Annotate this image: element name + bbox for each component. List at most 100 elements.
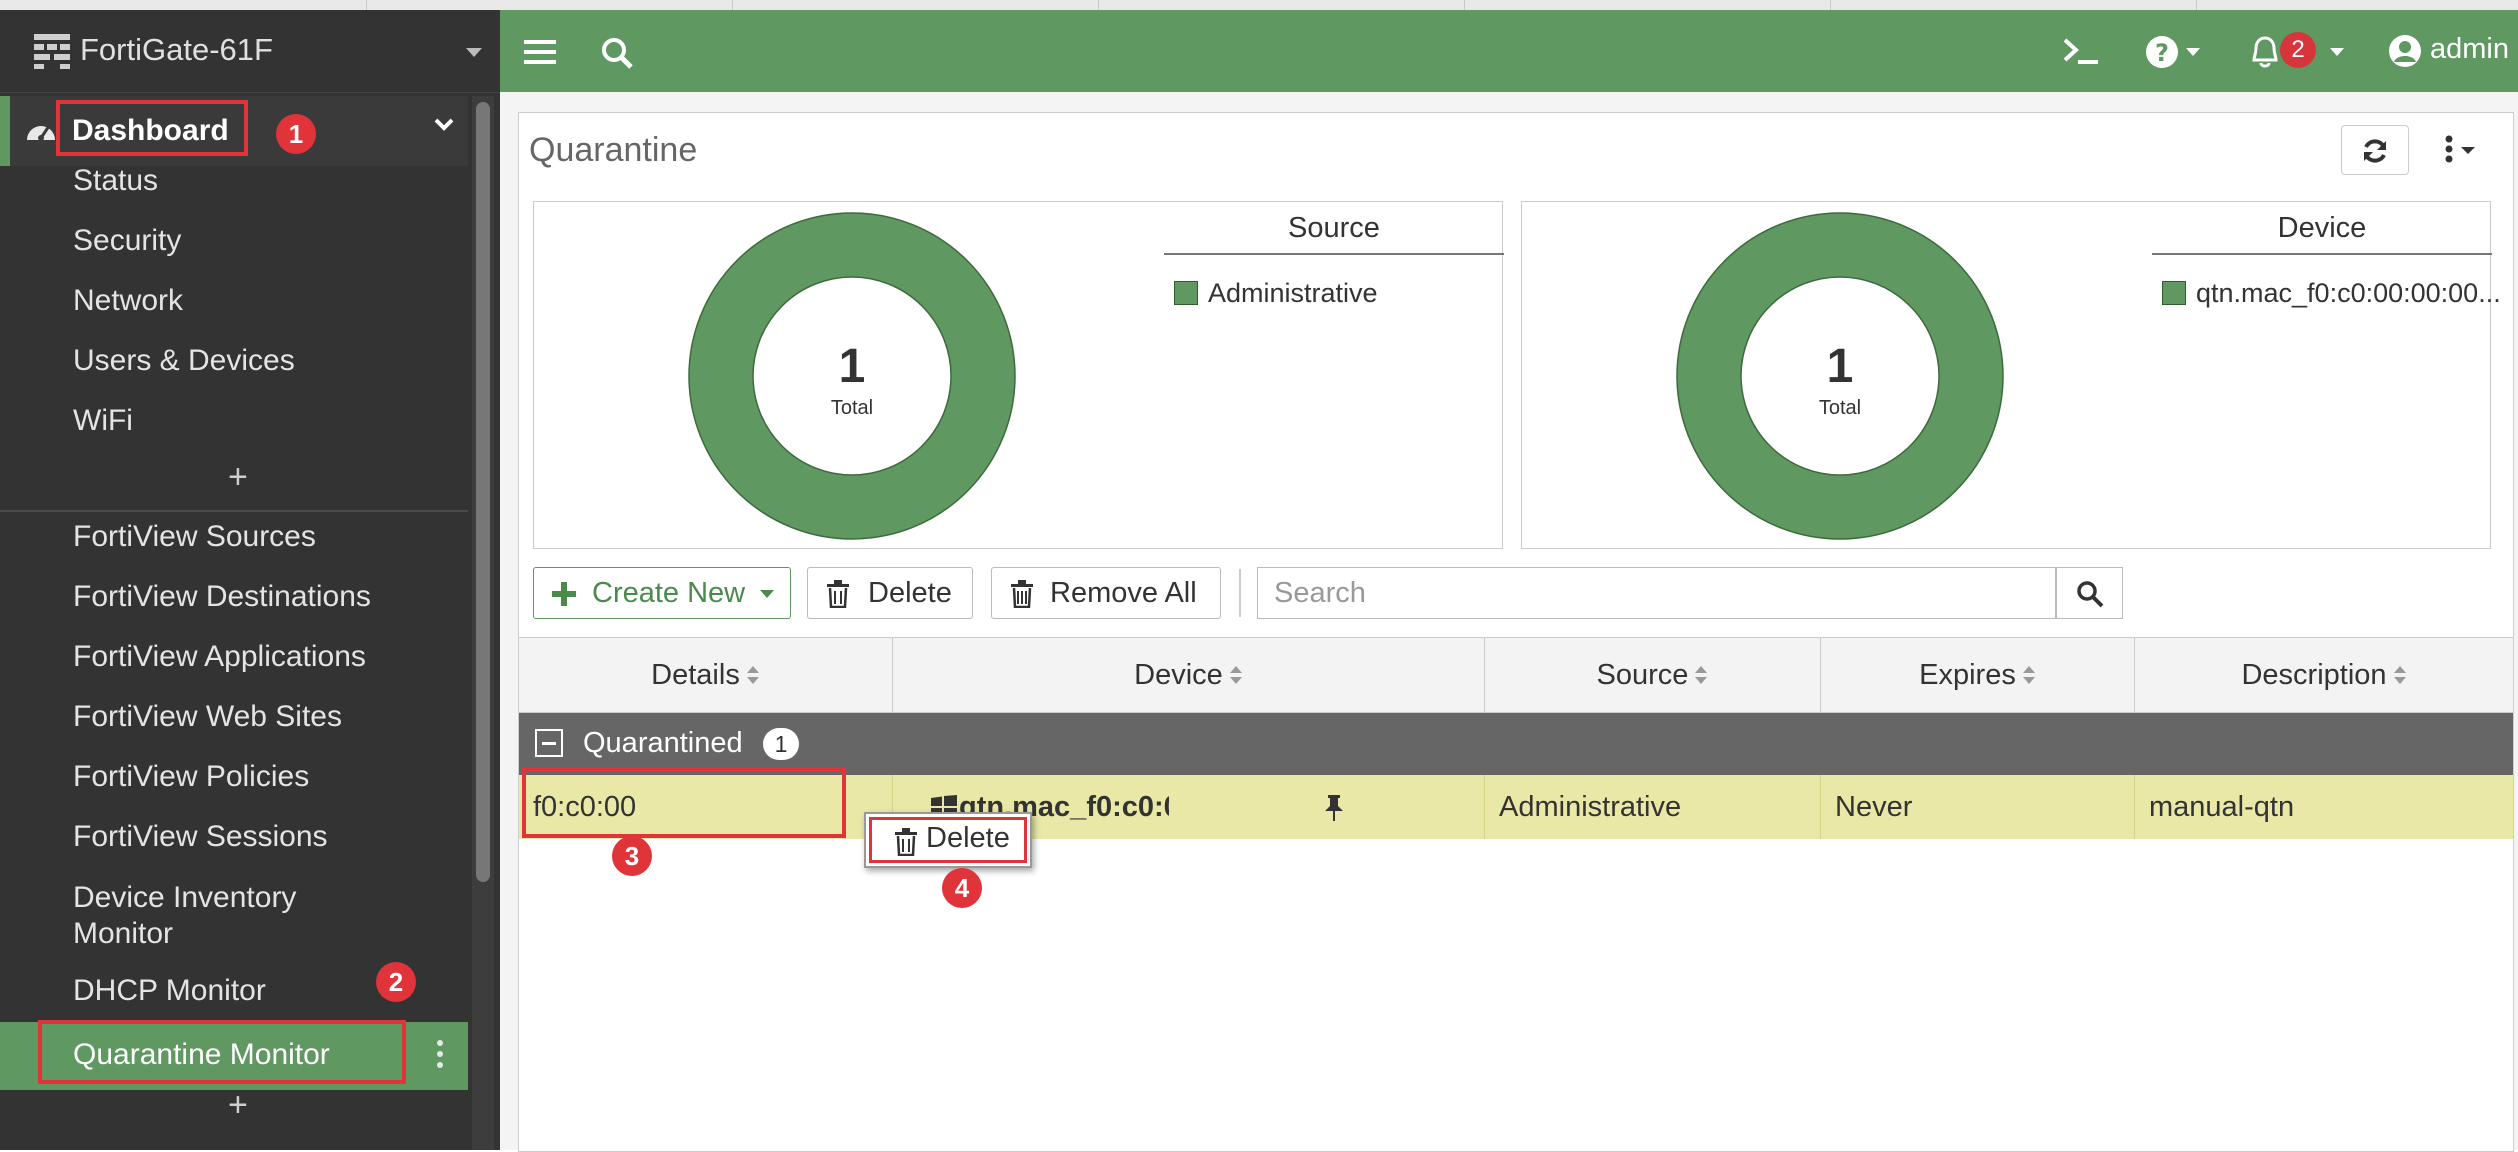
context-menu-delete-label: Delete: [926, 822, 1010, 854]
column-header-source[interactable]: Source: [1485, 638, 1821, 712]
help-icon[interactable]: ?: [2144, 34, 2180, 70]
chevron-down-icon[interactable]: [434, 118, 454, 132]
trash-all-icon: [1011, 580, 1033, 608]
device-name: FortiGate-61F: [80, 32, 273, 67]
annotation-step-4: 4: [942, 868, 982, 908]
sort-icon: [1695, 666, 1708, 684]
legend-swatch: [2162, 281, 2186, 305]
column-label: Details: [651, 659, 740, 691]
device-legend-label: qtn.mac_f0:c0:00:00:00...: [2196, 278, 2501, 308]
sidebar-item-fortiview-applications[interactable]: FortiView Applications: [73, 640, 366, 674]
sidebar-item-fortiview-sessions[interactable]: FortiView Sessions: [73, 820, 328, 854]
trash-icon: [895, 828, 917, 856]
column-header-expires[interactable]: Expires: [1821, 638, 2135, 712]
toolbar-separator: [1239, 569, 1241, 617]
delete-button[interactable]: Delete: [807, 567, 973, 619]
add-dashboard-button[interactable]: +: [228, 458, 248, 497]
main-content: Quarantine 1 Total Source Administrative…: [500, 92, 2518, 1152]
cell-description[interactable]: manual-qtn: [2135, 775, 2513, 839]
column-header-details[interactable]: Details: [519, 638, 893, 712]
annotation-highlight-quarantine-monitor: [38, 1020, 406, 1084]
panel-options-button[interactable]: [2443, 135, 2483, 165]
sidebar-item-security[interactable]: Security: [73, 224, 181, 258]
search-input[interactable]: Search: [1257, 567, 2057, 619]
help-dropdown-caret-icon[interactable]: [2186, 48, 2200, 56]
column-header-description[interactable]: Description: [2135, 638, 2513, 712]
sidebar-item-users-devices[interactable]: Users & Devices: [73, 344, 295, 378]
column-label: Source: [1596, 659, 1689, 691]
notification-dropdown-caret-icon[interactable]: [2330, 48, 2344, 56]
annotation-highlight-row: [522, 768, 846, 838]
pin-icon[interactable]: [1323, 795, 1345, 821]
annotation-step-2: 2: [376, 962, 416, 1002]
context-menu: Delete: [864, 812, 1032, 868]
cli-console-icon[interactable]: [2062, 36, 2102, 68]
device-total-value: 1: [1827, 340, 1854, 393]
group-label: Quarantined: [583, 727, 743, 759]
remove-all-label: Remove All: [1050, 577, 1197, 609]
source-legend-item[interactable]: Administrative: [1174, 278, 1378, 309]
sidebar-divider: [0, 510, 468, 512]
top-header-bar: ? 2 admin: [500, 10, 2518, 92]
device-legend-item[interactable]: qtn.mac_f0:c0:00:00:00...: [2162, 278, 2501, 309]
sidebar-item-dhcp-monitor[interactable]: DHCP Monitor: [73, 974, 266, 1008]
source-legend-title: Source: [1164, 212, 1504, 255]
source-summary-card: 1 Total Source Administrative: [533, 201, 1504, 549]
collapse-group-icon[interactable]: [535, 729, 563, 757]
create-new-button[interactable]: Create New: [533, 567, 791, 619]
sidebar-item-fortiview-policies[interactable]: FortiView Policies: [73, 760, 309, 794]
trash-icon: [827, 580, 849, 608]
refresh-icon: [2364, 139, 2386, 163]
more-options-icon[interactable]: [437, 1040, 443, 1073]
device-total-label: Total: [1819, 397, 1861, 419]
create-new-label: Create New: [592, 577, 746, 609]
delete-label: Delete: [868, 577, 952, 609]
dashboard-gauge-icon: [27, 125, 55, 141]
quarantine-panel: Quarantine 1 Total Source Administrative…: [518, 112, 2514, 1152]
group-row-quarantined[interactable]: Quarantined 1: [519, 713, 2513, 775]
search-icon[interactable]: [600, 36, 634, 70]
column-header-device[interactable]: Device: [893, 638, 1485, 712]
group-count-badge: 1: [763, 728, 799, 760]
annotation-step-3: 3: [612, 836, 652, 876]
table-header: Details Device Source Expires Descriptio…: [519, 637, 2513, 713]
svg-text:?: ?: [2155, 39, 2169, 67]
legend-swatch: [1174, 281, 1198, 305]
cell-expires[interactable]: Never: [1821, 775, 2135, 839]
sort-icon: [2022, 666, 2035, 684]
sidebar-item-fortiview-sources[interactable]: FortiView Sources: [73, 520, 316, 554]
sidebar-item-network[interactable]: Network: [73, 284, 183, 318]
cell-source[interactable]: Administrative: [1485, 775, 1821, 839]
device-dropdown-caret-icon[interactable]: [466, 48, 482, 57]
vertical-dots-icon: [2445, 135, 2475, 163]
user-name[interactable]: admin: [2430, 33, 2509, 66]
annotation-highlight-dashboard: [56, 100, 248, 156]
hamburger-menu-icon[interactable]: [524, 38, 556, 66]
column-label: Device: [1134, 659, 1223, 691]
device-selector[interactable]: FortiGate-61F: [0, 10, 500, 93]
device-legend-title: Device: [2152, 212, 2492, 255]
sidebar-item-status[interactable]: Status: [73, 164, 158, 198]
add-monitor-button[interactable]: +: [228, 1086, 248, 1125]
source-total-value: 1: [839, 340, 866, 393]
notification-bell-icon[interactable]: [2248, 34, 2282, 70]
sort-icon: [1229, 666, 1242, 684]
sort-icon: [2393, 666, 2406, 684]
search-submit-button[interactable]: [2055, 567, 2123, 619]
sidebar-item-fortiview-destinations[interactable]: FortiView Destinations: [73, 580, 371, 614]
page-title: Quarantine: [529, 131, 698, 169]
column-label: Description: [2241, 659, 2387, 691]
source-donut-chart: 1 Total: [688, 212, 1016, 540]
plus-icon: [552, 582, 576, 606]
user-avatar-icon[interactable]: [2388, 34, 2422, 68]
sidebar: FortiGate-61F Dashboard Status Security …: [0, 10, 500, 1150]
sidebar-item-wifi[interactable]: WiFi: [73, 404, 133, 438]
refresh-button[interactable]: [2341, 125, 2409, 175]
search-icon: [2077, 581, 2104, 608]
annotation-step-1: 1: [276, 114, 316, 154]
remove-all-button[interactable]: Remove All: [991, 567, 1221, 619]
sidebar-item-device-inventory-monitor[interactable]: Device Inventory Monitor: [73, 880, 353, 952]
sidebar-scrollbar-thumb[interactable]: [476, 102, 490, 882]
sidebar-item-fortiview-web-sites[interactable]: FortiView Web Sites: [73, 700, 342, 734]
source-total-label: Total: [831, 397, 873, 419]
